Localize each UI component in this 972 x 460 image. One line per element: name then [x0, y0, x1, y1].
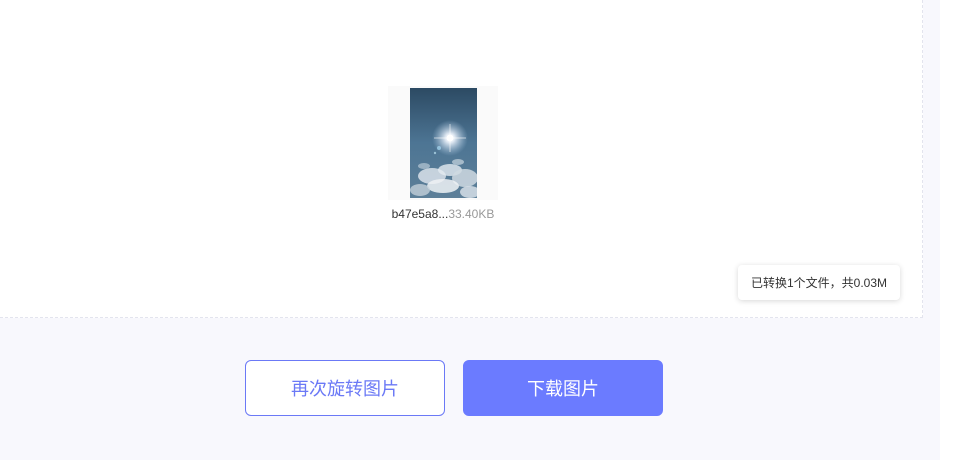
download-image-label: 下载图片: [527, 379, 599, 399]
file-card[interactable]: b47e5a8...33.40KB: [388, 86, 498, 222]
rotate-again-label: 再次旋转图片: [291, 379, 399, 399]
file-name: b47e5a8...: [391, 207, 449, 221]
image-thumbnail[interactable]: [388, 86, 498, 200]
conversion-summary: 已转换1个文件，共0.03M: [738, 265, 900, 300]
converted-files-panel: b47e5a8...33.40KB 已转换1个文件，共0.03M: [0, 0, 923, 318]
file-size: 33.40KB: [448, 207, 495, 221]
rotate-again-button[interactable]: 再次旋转图片: [245, 360, 445, 416]
file-meta: b47e5a8...33.40KB: [388, 206, 498, 222]
download-image-button[interactable]: 下载图片: [463, 360, 663, 416]
conversion-summary-text: 已转换1个文件，共0.03M: [750, 276, 888, 290]
sky-sun-photo: [409, 88, 477, 198]
